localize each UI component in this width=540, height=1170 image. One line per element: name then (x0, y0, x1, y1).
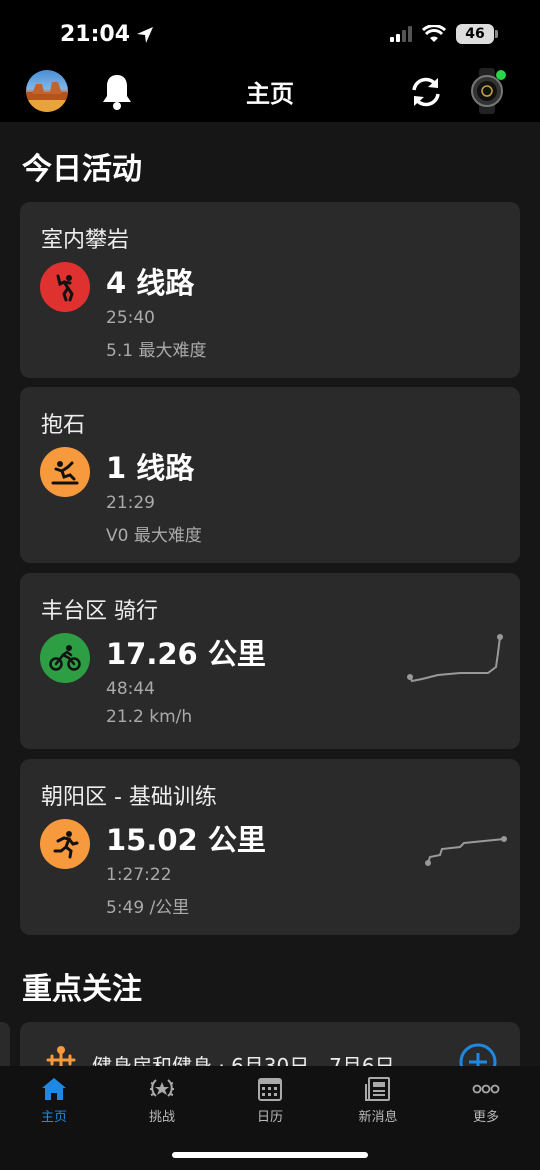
page-title: 主页 (246, 80, 294, 108)
battery-icon: 46 (456, 24, 498, 44)
activity-value: 17.26 公里 (106, 637, 266, 671)
add-icon[interactable] (458, 1042, 498, 1066)
activity-value: 4 线路 (106, 266, 195, 300)
activity-detail: 21.2 km/h (106, 707, 193, 727)
activity-duration: 25:40 (106, 308, 155, 328)
location-arrow-icon (137, 26, 154, 43)
tab-home[interactable]: 主页 (14, 1076, 94, 1125)
route-map-thumbnail (425, 836, 507, 866)
activity-detail: 5:49 /公里 (106, 898, 190, 918)
activity-title: 丰台区 骑行 (41, 599, 158, 624)
climbing-icon (40, 262, 90, 312)
activity-card[interactable]: 丰台区 骑行 17.26 公里 48:44 21.2 km/h (20, 573, 520, 749)
tab-label: 新消息 (358, 1110, 398, 1125)
calendar-icon (258, 1078, 282, 1101)
activity-value: 1 线路 (106, 451, 195, 485)
section-title-focus: 重点关注 (22, 972, 142, 1007)
tab-challenge[interactable]: 挑战 (122, 1076, 202, 1125)
activity-detail: 5.1 最大难度 (106, 341, 207, 361)
news-icon (365, 1077, 390, 1101)
focus-card-title: 健身房和健身 · 6月30日 - 7月6日 (92, 1054, 395, 1066)
device-connected-indicator (496, 70, 506, 80)
cycling-icon (40, 633, 90, 683)
fitness-icon (46, 1046, 76, 1066)
cellular-signal-icon (390, 26, 412, 42)
status-time: 21:04 (60, 22, 154, 47)
tab-label: 挑战 (148, 1110, 175, 1125)
running-icon (40, 819, 90, 869)
activity-title: 室内攀岩 (41, 228, 130, 253)
section-title-today: 今日活动 (22, 152, 142, 187)
activity-value: 15.02 公里 (106, 823, 266, 857)
main-content[interactable]: 今日活动 室内攀岩 4 线路 25:40 5.1 最大难度 抱石 1 线路 21… (0, 122, 540, 1066)
status-bar: 21:04 46 (0, 0, 540, 62)
activity-duration: 21:29 (106, 493, 155, 513)
wifi-icon (422, 25, 446, 42)
sync-icon[interactable] (408, 74, 444, 110)
focus-card[interactable]: 健身房和健身 · 6月30日 - 7月6日 (20, 1022, 520, 1066)
home-icon (42, 1078, 66, 1100)
previous-focus-card[interactable] (0, 1022, 10, 1066)
activity-card[interactable]: 室内攀岩 4 线路 25:40 5.1 最大难度 (20, 202, 520, 378)
tab-more[interactable]: 更多 (446, 1076, 526, 1125)
activity-duration: 48:44 (106, 679, 155, 699)
tab-label: 更多 (472, 1110, 499, 1125)
status-indicators: 46 (390, 24, 498, 44)
tab-calendar[interactable]: 日历 (230, 1076, 310, 1125)
tab-label: 日历 (256, 1110, 283, 1125)
nav-bar: 主页 (0, 62, 540, 122)
more-icon (472, 1084, 500, 1094)
status-time-text: 21:04 (60, 22, 131, 47)
challenge-icon (150, 1079, 174, 1097)
route-map-thumbnail (407, 634, 503, 683)
activity-detail: V0 最大难度 (106, 526, 202, 546)
activity-card[interactable]: 朝阳区 - 基础训练 15.02 公里 1:27:22 5:49 /公里 (20, 759, 520, 935)
tab-news[interactable]: 新消息 (338, 1076, 418, 1125)
activity-title: 朝阳区 - 基础训练 (41, 785, 217, 810)
activity-title: 抱石 (41, 413, 86, 438)
tab-label: 主页 (40, 1110, 67, 1125)
activity-duration: 1:27:22 (106, 865, 172, 885)
home-indicator (172, 1152, 368, 1158)
activity-card[interactable]: 抱石 1 线路 21:29 V0 最大难度 (20, 387, 520, 563)
battery-level: 46 (465, 26, 485, 42)
bouldering-icon (40, 447, 90, 497)
